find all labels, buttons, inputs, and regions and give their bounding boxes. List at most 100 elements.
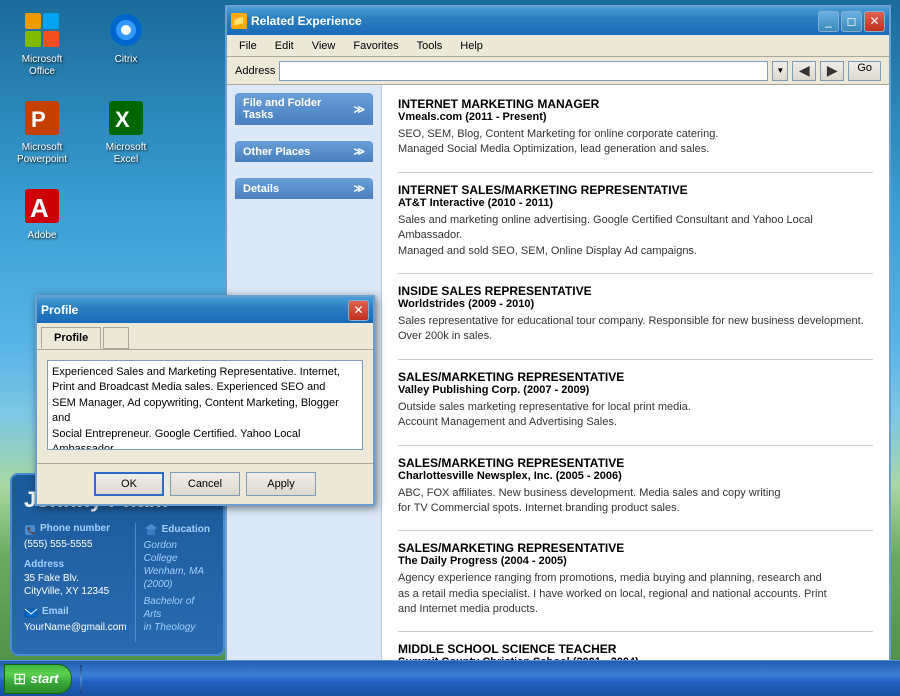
- icon-row-3: A Adobe: [10, 186, 158, 242]
- sidebar-section-details: Details ≫: [235, 178, 373, 207]
- forward-button[interactable]: ▶: [820, 61, 844, 81]
- menu-file[interactable]: File: [231, 38, 265, 54]
- email-value: YourName@gmail.com: [24, 621, 127, 634]
- explorer-title: Related Experience: [251, 14, 818, 28]
- sidebar-details-label: Details: [243, 183, 279, 195]
- desktop: Microsoft Office Citrix: [0, 0, 900, 696]
- job-company: Vmeals.com (2011 - Present): [398, 111, 873, 123]
- menu-view[interactable]: View: [304, 38, 344, 54]
- education-label: Education: [162, 524, 210, 535]
- minimize-button[interactable]: _: [818, 11, 839, 32]
- window-controls: _ ◻ ✕: [818, 11, 885, 32]
- job-company: Worldstrides (2009 - 2010): [398, 298, 873, 310]
- desktop-icon-ms-office[interactable]: Microsoft Office: [10, 10, 74, 78]
- desktop-icon-citrix[interactable]: Citrix: [94, 10, 158, 78]
- profile-phone-section: 📞 Phone number (555) 555-5555: [24, 523, 127, 551]
- svg-text:A: A: [30, 193, 49, 223]
- dialog-tab-profile[interactable]: Profile: [41, 327, 101, 349]
- job-title: INTERNET SALES/MARKETING REPRESENTATIVE: [398, 183, 873, 197]
- job-entry: SALES/MARKETING REPRESENTATIVEValley Pub…: [398, 370, 873, 431]
- sidebar-details-header[interactable]: Details ≫: [235, 178, 373, 199]
- sidebar-file-folder-chevron: ≫: [353, 103, 365, 116]
- excel-label: Microsoft Excel: [94, 142, 158, 166]
- powerpoint-icon: P: [22, 98, 62, 138]
- sidebar-section-file-folder: File and Folder Tasks ≫: [235, 93, 373, 133]
- explorer-titlebar[interactable]: 📁 Related Experience _ ◻ ✕: [227, 7, 889, 35]
- taskbar: ⊞ start: [0, 660, 900, 696]
- desktop-icon-powerpoint[interactable]: P Microsoft Powerpoint: [10, 98, 74, 166]
- dialog-cancel-button[interactable]: Cancel: [170, 472, 240, 496]
- education-icon: [144, 523, 158, 537]
- job-company: The Daily Progress (2004 - 2005): [398, 555, 873, 567]
- phone-icon: 📞: [24, 524, 36, 536]
- sidebar-section-other-places: Other Places ≫: [235, 141, 373, 170]
- job-entry: SALES/MARKETING REPRESENTATIVECharlottes…: [398, 456, 873, 517]
- dialog-titlebar[interactable]: Profile ✕: [37, 297, 373, 323]
- job-description: ABC, FOX affiliates. New business develo…: [398, 486, 873, 517]
- dialog-tab-2[interactable]: [103, 327, 129, 349]
- menu-edit[interactable]: Edit: [267, 38, 302, 54]
- job-company: AT&T Interactive (2010 - 2011): [398, 197, 873, 209]
- profile-dialog: Profile ✕ Profile OK Cancel Apply: [35, 295, 375, 506]
- explorer-toolbar: Address ▼ ◀ ▶ Go: [227, 57, 889, 85]
- job-separator: [398, 631, 873, 632]
- back-button[interactable]: ◀: [792, 61, 816, 81]
- job-separator: [398, 172, 873, 173]
- dialog-apply-button[interactable]: Apply: [246, 472, 316, 496]
- dialog-close-button[interactable]: ✕: [348, 300, 369, 321]
- job-company: Charlottesville Newsplex, Inc. (2005 - 2…: [398, 470, 873, 482]
- sidebar-other-places-chevron: ≫: [353, 145, 365, 158]
- education-degree: Bachelor of Artsin Theology: [144, 595, 211, 634]
- address-dropdown-button[interactable]: ▼: [772, 61, 788, 81]
- dialog-buttons: OK Cancel Apply: [37, 463, 373, 504]
- job-company: Valley Publishing Corp. (2007 - 2009): [398, 384, 873, 396]
- job-separator: [398, 273, 873, 274]
- sidebar-other-places-header[interactable]: Other Places ≫: [235, 141, 373, 162]
- adobe-label: Adobe: [28, 230, 57, 242]
- phone-value: (555) 555-5555: [24, 538, 127, 551]
- sidebar-other-places-label: Other Places: [243, 146, 310, 158]
- menu-help[interactable]: Help: [452, 38, 491, 54]
- phone-label: Phone number: [40, 523, 110, 534]
- menu-tools[interactable]: Tools: [409, 38, 451, 54]
- job-title: SALES/MARKETING REPRESENTATIVE: [398, 370, 873, 384]
- sidebar-file-folder-label: File and Folder Tasks: [243, 97, 353, 121]
- sidebar-other-places-body: [235, 162, 373, 170]
- citrix-label: Citrix: [115, 54, 138, 66]
- email-icon: [24, 608, 38, 618]
- go-button[interactable]: Go: [848, 61, 881, 81]
- menu-favorites[interactable]: Favorites: [345, 38, 406, 54]
- desktop-icon-adobe[interactable]: A Adobe: [10, 186, 74, 242]
- profile-right: Education Gordon CollegeWenham, MA (2000…: [144, 523, 211, 642]
- address-label: Address: [24, 559, 127, 570]
- close-button[interactable]: ✕: [864, 11, 885, 32]
- start-label: start: [30, 671, 58, 686]
- job-separator: [398, 359, 873, 360]
- excel-icon: X: [106, 98, 146, 138]
- address-input[interactable]: [279, 61, 768, 81]
- dialog-ok-button[interactable]: OK: [94, 472, 164, 496]
- windows-logo: ⊞: [13, 669, 26, 689]
- svg-text:X: X: [115, 107, 130, 132]
- address-value: 35 Fake Blv.CityVille, XY 12345: [24, 572, 127, 598]
- job-separator: [398, 530, 873, 531]
- job-entry: INTERNET MARKETING MANAGERVmeals.com (20…: [398, 97, 873, 158]
- job-separator: [398, 445, 873, 446]
- job-description: Agency experience ranging from promotion…: [398, 571, 873, 617]
- maximize-button[interactable]: ◻: [841, 11, 862, 32]
- icon-row-1: Microsoft Office Citrix: [10, 10, 158, 78]
- desktop-icons-container: Microsoft Office Citrix: [10, 10, 158, 242]
- job-entry: INTERNET SALES/MARKETING REPRESENTATIVEA…: [398, 183, 873, 259]
- profile-textarea[interactable]: [47, 360, 363, 450]
- profile-email-section: Email YourName@gmail.com: [24, 606, 127, 634]
- explorer-main-content: INTERNET MARKETING MANAGERVmeals.com (20…: [382, 85, 889, 673]
- sidebar-file-folder-header[interactable]: File and Folder Tasks ≫: [235, 93, 373, 125]
- desktop-icon-excel[interactable]: X Microsoft Excel: [94, 98, 158, 166]
- start-button[interactable]: ⊞ start: [4, 664, 72, 694]
- job-description: SEO, SEM, Blog, Content Marketing for on…: [398, 127, 873, 158]
- job-entry: INSIDE SALES REPRESENTATIVEWorldstrides …: [398, 284, 873, 345]
- icon-row-2: P Microsoft Powerpoint X Microsoft Excel: [10, 98, 158, 166]
- powerpoint-label: Microsoft Powerpoint: [10, 142, 74, 166]
- job-entry: SALES/MARKETING REPRESENTATIVEThe Daily …: [398, 541, 873, 617]
- dialog-controls: ✕: [348, 300, 369, 321]
